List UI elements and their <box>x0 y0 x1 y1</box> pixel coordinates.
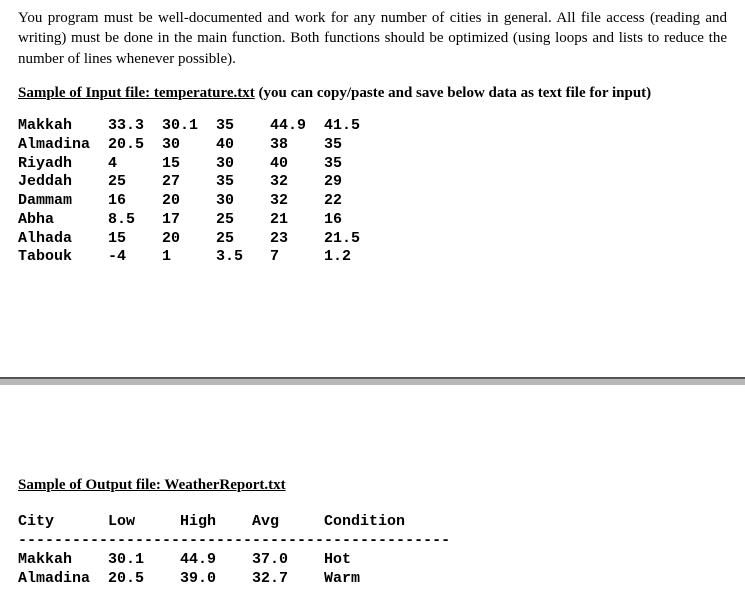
intro-paragraph: You program must be well-documented and … <box>18 8 727 69</box>
output-file-heading-underlined: Sample of Output file: WeatherReport.txt <box>18 477 286 493</box>
input-file-heading-underlined: Sample of Input file: temperature.txt <box>18 85 255 101</box>
output-data-block: City Low High Avg Condition ------------… <box>18 513 727 588</box>
input-file-heading: Sample of Input file: temperature.txt (y… <box>18 83 727 103</box>
input-data-block: Makkah 33.3 30.1 35 44.9 41.5 Almadina 2… <box>18 117 727 267</box>
output-file-heading: Sample of Output file: WeatherReport.txt <box>18 475 727 495</box>
page-divider <box>0 377 745 385</box>
input-file-heading-rest: (you can copy/paste and save below data … <box>255 85 651 101</box>
